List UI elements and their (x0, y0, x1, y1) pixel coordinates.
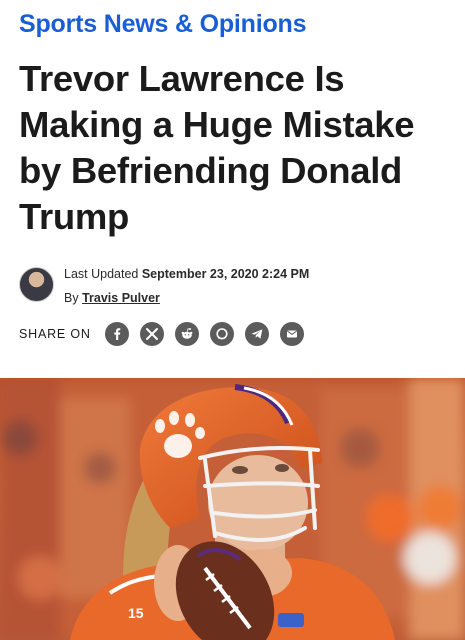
hero-image: 15 (0, 378, 465, 640)
whatsapp-icon (216, 328, 228, 340)
share-telegram-button[interactable] (244, 322, 269, 346)
x-icon (145, 328, 158, 340)
email-icon (286, 330, 297, 338)
share-x-button[interactable] (139, 322, 164, 346)
by-prefix: By (64, 291, 79, 305)
category-link[interactable]: Sports News & Opinions (19, 10, 307, 39)
quarterback-photo: 15 (0, 378, 465, 640)
author-avatar[interactable] (19, 267, 54, 302)
updated-timestamp: September 23, 2020 2:24 PM (141, 267, 310, 281)
updated-prefix: Last Updated (64, 267, 139, 281)
share-reddit-button[interactable] (174, 322, 199, 346)
article-meta: Last Updated September 23, 2020 2:24 PM … (64, 267, 309, 306)
author-link[interactable]: Travis Pulver (82, 291, 160, 305)
byline: Last Updated September 23, 2020 2:24 PM … (19, 267, 309, 306)
share-facebook-button[interactable] (104, 322, 129, 346)
facebook-icon (114, 328, 121, 340)
share-whatsapp-button[interactable] (209, 322, 234, 346)
reddit-icon (181, 328, 193, 339)
share-bar: SHARE ON (19, 322, 315, 346)
share-email-button[interactable] (279, 322, 304, 346)
jersey-number: 15 (128, 605, 144, 621)
telegram-icon (251, 329, 263, 339)
share-label: SHARE ON (19, 327, 91, 341)
article-headline: Trevor Lawrence Is Making a Huge Mistake… (19, 58, 415, 237)
